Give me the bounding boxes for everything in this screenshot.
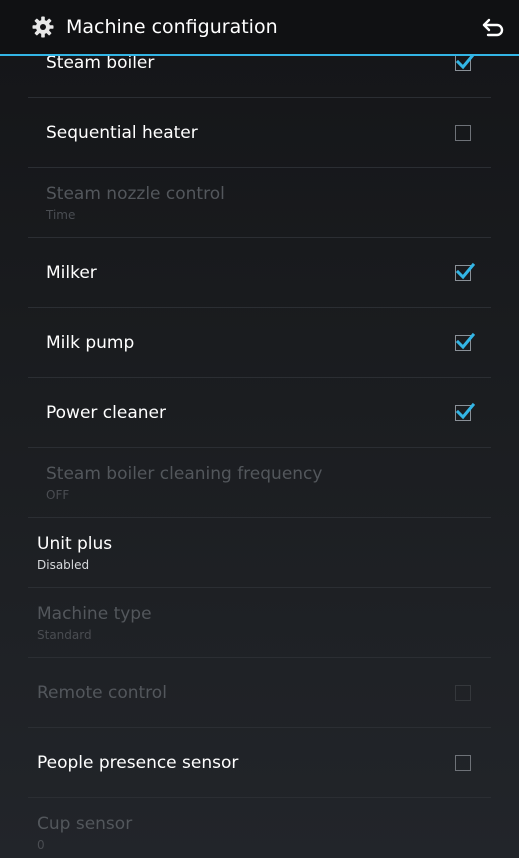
pref-milker[interactable]: Milker bbox=[28, 238, 491, 308]
pref-title: Power cleaner bbox=[46, 402, 166, 423]
pref-power-cleaner[interactable]: Power cleaner bbox=[28, 378, 491, 448]
pref-people-presence-sensor[interactable]: People presence sensor bbox=[28, 728, 491, 798]
pref-milk-pump[interactable]: Milk pump bbox=[28, 308, 491, 378]
checkbox-people-presence-sensor[interactable] bbox=[455, 754, 471, 771]
pref-cup-sensor: Cup sensor 0 bbox=[28, 798, 491, 858]
checkbox-power-cleaner[interactable] bbox=[455, 402, 475, 421]
pref-steam-boiler-cleaning-frequency: Steam boiler cleaning frequency OFF bbox=[28, 448, 491, 518]
checkbox-sequential-heater[interactable] bbox=[455, 124, 471, 141]
pref-title: Machine type bbox=[37, 603, 152, 624]
pref-steam-nozzle-control: Steam nozzle control Time bbox=[28, 168, 491, 238]
preference-list[interactable]: Steam boiler Sequential heater Steam noz… bbox=[0, 28, 519, 858]
pref-title: Milk pump bbox=[46, 332, 135, 353]
pref-title: Steam nozzle control bbox=[46, 183, 225, 204]
pref-title: Steam boiler cleaning frequency bbox=[46, 463, 323, 484]
pref-title: Remote control bbox=[37, 682, 167, 703]
action-bar: Machine configuration bbox=[0, 0, 519, 56]
pref-title: People presence sensor bbox=[37, 752, 239, 773]
pref-summary: Time bbox=[46, 207, 76, 222]
pref-title: Cup sensor bbox=[37, 813, 133, 834]
settings-screen: Steam boiler Sequential heater Steam noz… bbox=[0, 0, 519, 858]
checkbox-milk-pump[interactable] bbox=[455, 332, 475, 351]
pref-summary: Standard bbox=[37, 627, 92, 642]
checkbox-remote-control bbox=[455, 684, 471, 701]
pref-unit-plus[interactable]: Unit plus Disabled bbox=[28, 518, 491, 588]
back-arrow-icon[interactable] bbox=[479, 14, 507, 42]
checkmark-icon bbox=[455, 332, 475, 349]
screen-title: Machine configuration bbox=[66, 16, 278, 38]
pref-machine-type: Machine type Standard bbox=[28, 588, 491, 658]
pref-title: Sequential heater bbox=[46, 122, 198, 143]
pref-summary: 0 bbox=[37, 837, 45, 852]
pref-title: Unit plus bbox=[37, 533, 113, 554]
gear-icon bbox=[30, 14, 56, 40]
pref-summary: OFF bbox=[46, 487, 70, 502]
checkmark-icon bbox=[455, 262, 475, 279]
pref-summary: Disabled bbox=[37, 557, 90, 572]
pref-sequential-heater[interactable]: Sequential heater bbox=[28, 98, 491, 168]
pref-title: Milker bbox=[46, 262, 97, 283]
checkbox-milker[interactable] bbox=[455, 262, 475, 281]
checkmark-icon bbox=[455, 402, 475, 419]
checkbox-steam-boiler[interactable] bbox=[455, 52, 475, 71]
pref-remote-control: Remote control bbox=[28, 658, 491, 728]
